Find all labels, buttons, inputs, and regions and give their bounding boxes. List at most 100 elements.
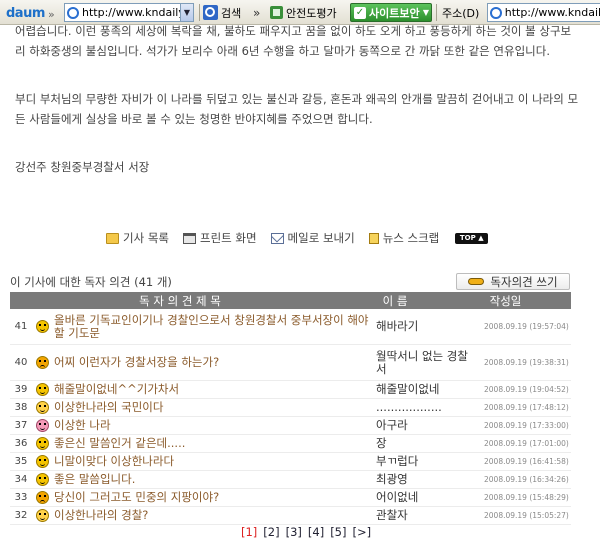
comment-number: 41 (14, 321, 28, 332)
article-paragraph-1: 어렵습니다. 이런 풍족의 세상에 복락을 채, 불하도 패우지고 꿈을 없이 … (15, 24, 572, 58)
chevron-down-icon[interactable]: ▼ (180, 4, 193, 21)
emotion-icon-cell (32, 473, 52, 486)
comments-rows: 41 올바른 기독교인이기나 경찰인으로서 창원경찰서 중부서장이 해야 할 기도… (10, 309, 571, 525)
smile-face-icon (35, 455, 49, 468)
emotion-icon-cell (32, 509, 52, 522)
email-label: 메일로 보내기 (287, 231, 355, 245)
emotion-icon-cell (32, 455, 52, 468)
top-button[interactable]: TOP ▲ (455, 232, 489, 244)
page-link-3[interactable]: [3] (286, 525, 302, 539)
table-row: 41 올바른 기독교인이기나 경찰인으로서 창원경찰서 중부서장이 해야 할 기도… (10, 309, 571, 345)
safety-rating-button[interactable]: 안전도평가 (270, 3, 337, 22)
comment-number: 39 (14, 384, 28, 395)
comment-date: 2008.09.19 (16:41:58) (484, 457, 569, 466)
comment-author: 월딱서니 없는 경찰서 (376, 348, 468, 376)
comment-date: 2008.09.19 (19:38:31) (484, 358, 569, 367)
comment-title-link[interactable]: 올바른 기독교인이기나 경찰인으로서 창원경찰서 중부서장이 해야 할 기도문 (52, 313, 372, 340)
emotion-icon-cell (32, 320, 52, 333)
comment-title-link[interactable]: 좋은 말씀입니다. (52, 473, 372, 486)
article-signature: 강선주 창원중부경찰서 서장 (15, 160, 150, 174)
ie-icon (67, 6, 79, 19)
comment-author: 해줄말이없네 (376, 382, 440, 396)
comment-number: 33 (14, 492, 28, 503)
comments-table-header: 독 자 의 견 제 목 이 름 작성일 (10, 292, 571, 309)
comment-date: 2008.09.19 (15:05:27) (484, 511, 569, 520)
smile-face-icon (35, 383, 49, 396)
address-bar[interactable]: http://www.kndaily (487, 3, 600, 22)
article-list-link[interactable]: 기사 목록 (106, 230, 169, 246)
comment-title-link[interactable]: 어찌 이런자가 경찰서장을 하는가? (52, 356, 372, 369)
smile-face-icon (35, 320, 49, 333)
article-body: 어렵습니다. 이런 풍족의 세상에 복락을 채, 불하도 패우지고 꿈을 없이 … (15, 24, 580, 177)
table-row: 38 이상한나라의 국민이다.................. 2008.09.1… (10, 399, 571, 417)
ie-icon (490, 6, 502, 19)
emotion-icon-cell (32, 419, 52, 432)
comment-number: 35 (14, 456, 28, 467)
comment-title-link[interactable]: 이상한나라의 국민이다 (52, 401, 372, 414)
angry-face-icon (35, 491, 49, 504)
comment-author: 어이없네 (376, 490, 419, 504)
comment-number: 32 (14, 510, 28, 521)
toolbar-divider (436, 4, 437, 21)
comment-author: 장 (376, 436, 387, 450)
comment-number: 37 (14, 420, 28, 431)
pink-face-icon (35, 419, 49, 432)
comments-heading: 이 기사에 대한 독자 의견 (41 개) (10, 275, 172, 289)
comment-title-link[interactable]: 이상한나라의 경찰? (52, 509, 372, 522)
print-label: 프린트 화면 (199, 231, 257, 245)
comment-number: 40 (14, 357, 28, 368)
table-row: 36 좋은신 말씀인거 같은데..... 장 2008.09.19 (17:01:00… (10, 435, 571, 453)
url-combo-1[interactable]: http://www.kndaily ▼ (64, 3, 194, 22)
comment-author: 부ㄲ럽다 (376, 454, 419, 468)
comment-author: 해바라기 (376, 319, 419, 333)
search-button[interactable]: 검색 (203, 3, 241, 22)
comment-title-link[interactable]: 좋은신 말씀인거 같은데..... (52, 437, 372, 450)
email-link[interactable]: 메일로 보내기 (270, 230, 355, 246)
comment-number: 34 (14, 474, 28, 485)
comment-date: 2008.09.19 (17:33:00) (484, 421, 569, 430)
column-header-name: 이 름 (382, 293, 408, 308)
chevron-down-icon[interactable]: ▼ (423, 8, 429, 17)
top-label: TOP (459, 234, 476, 242)
smile-face-icon (35, 473, 49, 486)
print-link[interactable]: 프린트 화면 (182, 230, 257, 246)
site-security-label: 사이트보안 (369, 6, 420, 20)
page-link-1[interactable]: [1] (241, 525, 257, 539)
smile-face-icon (35, 437, 49, 450)
url-combo-1-text[interactable]: http://www.kndaily (82, 6, 180, 19)
comment-author: 관찰자 (376, 508, 408, 522)
comment-number: 36 (14, 438, 28, 449)
chevron-double-right-icon[interactable]: » (253, 3, 260, 22)
brand-text: daum (6, 6, 45, 21)
scrap-link[interactable]: 뉴스 스크랩 (368, 230, 440, 246)
page-link-5[interactable]: [5] (330, 525, 346, 539)
article-actions: 기사 목록 프린트 화면 메일로 보내기 뉴스 스크랩 TOP ▲ (106, 230, 489, 246)
pencil-icon (468, 278, 485, 285)
address-label: 주소(D) (442, 6, 480, 20)
shield-icon (270, 6, 283, 19)
comment-title-link[interactable]: 니말이맞다 이상한나라다 (52, 455, 372, 468)
comment-date: 2008.09.19 (16:34:26) (484, 475, 569, 484)
article-list-label: 기사 목록 (123, 231, 169, 245)
table-row: 39 해줄말이없네^^기가차서 해줄말이없네 2008.09.19 (19:04:52… (10, 381, 571, 399)
search-label: 검색 (221, 6, 242, 20)
table-row: 33 당신이 그러고도 민중의 지팡이야? 어이없네 2008.09.19 (15:4… (10, 489, 571, 507)
site-security-button[interactable]: ✓ 사이트보안 ▼ (350, 3, 432, 22)
column-header-date: 작성일 (489, 293, 522, 308)
emotion-icon-cell (32, 401, 52, 414)
comment-author: 아구라 (376, 418, 408, 432)
comment-title-link[interactable]: 당신이 그러고도 민중의 지팡이야? (52, 491, 372, 504)
address-bar-text[interactable]: http://www.kndaily (505, 6, 600, 19)
page-link-next[interactable]: [>] (352, 525, 371, 539)
pagination: [1] [2] [3] [4] [5] [>] (241, 525, 377, 539)
write-comment-button[interactable]: 독자의견 쓰기 (456, 273, 570, 290)
comment-title-link[interactable]: 이상한 나라 (52, 419, 372, 432)
comment-title-link[interactable]: 해줄말이없네^^기가차서 (52, 383, 372, 396)
comment-date: 2008.09.19 (19:57:04) (484, 322, 569, 331)
comment-date: 2008.09.19 (17:01:00) (484, 439, 569, 448)
table-row: 35 니말이맞다 이상한나라다 부ㄲ럽다 2008.09.19 (16:41:58) (10, 453, 571, 471)
check-icon: ✓ (354, 6, 366, 19)
page-link-4[interactable]: [4] (308, 525, 324, 539)
page-link-2[interactable]: [2] (263, 525, 279, 539)
scrap-label: 뉴스 스크랩 (382, 231, 440, 245)
